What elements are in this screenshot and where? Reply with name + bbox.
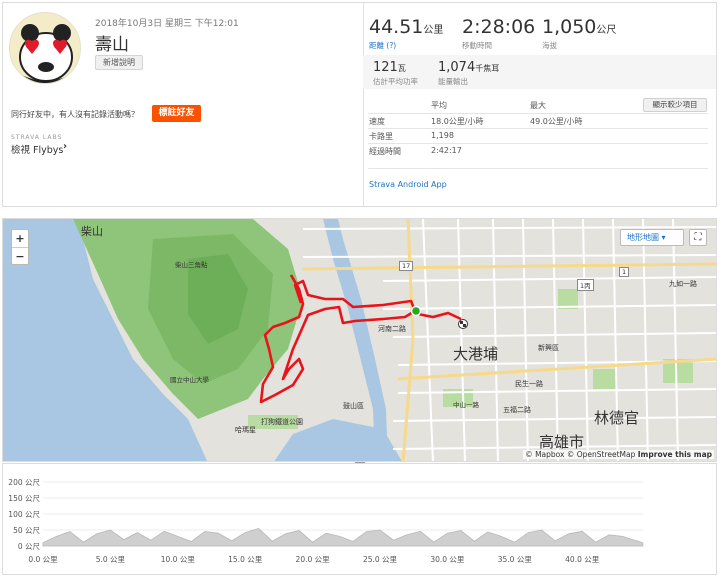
attribution-text[interactable]: © Mapbox © OpenStreetMap	[525, 450, 635, 459]
map-label-kaohsiung: 高雄市	[539, 433, 585, 451]
elevation-unit: 公尺	[596, 25, 617, 36]
x-tick-label: 5.0 公里	[96, 555, 126, 564]
y-tick-label: 200 公尺	[8, 478, 40, 487]
x-tick-label: 35.0 公里	[498, 555, 533, 564]
x-tick-label: 15.0 公里	[228, 555, 263, 564]
zoom-control: + −	[11, 229, 29, 265]
map-label-park: 打狗鐵道公園	[261, 418, 303, 426]
map-label-chaishan: 柴山	[81, 225, 103, 238]
x-tick-label: 10.0 公里	[161, 555, 196, 564]
moving-time-label: 移動時間	[462, 41, 492, 50]
start-marker-icon	[410, 305, 422, 317]
panda-avatar-icon	[10, 13, 80, 83]
elevation-value: 1,050	[542, 16, 597, 38]
row-calories-avg: 1,198	[431, 131, 454, 140]
map-label-minsheng: 民生一路	[515, 380, 543, 388]
row-speed-label: 速度	[369, 117, 385, 126]
distance-label: 距離	[369, 41, 384, 50]
power-stat: 121瓦	[373, 60, 406, 75]
friends-question: 同行好友中，有人沒有記錄活動嗎？	[11, 110, 139, 119]
show-less-button[interactable]: 顯示較少項目	[643, 98, 707, 112]
row-divider	[368, 168, 708, 169]
route-map[interactable]: 柴山 柴山三角點 國立中山大學 打狗鐵道公園 哈瑪星 鼓山區 河南二路 大港埔 …	[2, 218, 717, 462]
row-calories-label: 卡路里	[369, 132, 393, 141]
zoom-out-button[interactable]: −	[12, 248, 28, 265]
row-divider	[368, 128, 708, 129]
y-tick-label: 100 公尺	[8, 510, 40, 519]
y-tick-label: 0 公尺	[18, 542, 41, 551]
road-shield-1d: 1丙	[577, 279, 594, 291]
help-icon[interactable]: (?)	[386, 41, 396, 50]
fullscreen-button[interactable]: ⛶	[689, 229, 707, 246]
chevron-right-icon: ›	[63, 141, 68, 152]
power-unit: 瓦	[397, 64, 406, 73]
strava-labs-label: STRAVA LABS	[11, 134, 63, 141]
moving-time-stat: 2:28:06	[462, 16, 536, 38]
map-type-label: 地形地圖	[627, 233, 659, 242]
zoom-in-button[interactable]: +	[12, 230, 28, 247]
row-divider	[368, 143, 708, 144]
road-shield-17: 17	[399, 261, 414, 271]
elevation-chart[interactable]: 200 公尺 150 公尺 100 公尺 50 公尺 0 公尺 0.0 公里 5.0 公里 1…	[2, 463, 717, 575]
expand-icon: ⛶	[694, 232, 702, 243]
map-label-jiuru: 九如一路	[669, 280, 697, 288]
device-app-link[interactable]: Strava Android App	[369, 180, 447, 189]
elevation-stat: 1,050公尺	[542, 16, 616, 38]
elevation-area	[42, 527, 644, 547]
row-elapsed-avg: 2:42:17	[431, 146, 462, 155]
x-tick-label: 40.0 公里	[565, 555, 600, 564]
add-description-button[interactable]: 新增說明	[95, 55, 143, 70]
row-speed-max: 49.0公里/小時	[530, 117, 583, 126]
map-label-hamasen: 哈瑪星	[235, 426, 256, 434]
elevation-plot[interactable]: 200 公尺 150 公尺 100 公尺 50 公尺 0 公尺 0.0 公里 5.0 公里 1…	[3, 464, 718, 576]
energy-label: 能量輸出	[438, 77, 468, 86]
energy-stat: 1,074千焦耳	[438, 60, 499, 75]
map-label-dagangpu: 大港埔	[453, 345, 499, 363]
energy-value: 1,074	[438, 60, 476, 75]
row-elapsed-label: 經過時間	[369, 147, 401, 156]
x-tick-label: 20.0 公里	[296, 555, 331, 564]
road-shield-1: 1	[619, 267, 630, 277]
distance-stat: 44.51公里	[369, 16, 443, 38]
col-avg-header: 平均	[431, 101, 447, 110]
map-label-henan: 河南二路	[378, 325, 406, 333]
map-type-select[interactable]: 地形地圖 ▾	[620, 229, 684, 246]
avatar[interactable]	[9, 12, 81, 84]
map-label-nsysu: 國立中山大學	[170, 376, 209, 384]
x-tick-label: 25.0 公里	[363, 555, 398, 564]
activity-title: 壽山	[95, 35, 129, 55]
improve-map-link[interactable]: Improve this map	[638, 450, 712, 459]
col-max-header: 最大	[530, 101, 546, 110]
x-tick-label: 0.0 公里	[28, 555, 58, 564]
map-label-wufu: 五福二路	[503, 406, 531, 414]
view-flybys-link[interactable]: 檢視 Flybys	[11, 142, 63, 156]
map-label-gushan: 鼓山區	[343, 402, 364, 410]
distance-label-link[interactable]: 距離 (?)	[369, 40, 396, 51]
map-label-peak: 柴山三角點	[175, 261, 208, 269]
row-speed-avg: 18.0公里/小時	[431, 117, 484, 126]
map-label-lindeguan: 林德官	[594, 409, 640, 427]
distance-value: 44.51	[369, 16, 424, 38]
activity-date: 2018年10月3日 星期三 下午12:01	[95, 19, 239, 29]
map-label-zhongshan: 中山一路	[453, 401, 479, 409]
map-label-xinxing: 新興區	[538, 344, 559, 352]
y-tick-label: 150 公尺	[8, 494, 40, 503]
row-divider	[368, 113, 708, 114]
card-divider	[363, 3, 364, 206]
power-label: 估計平均功率	[373, 77, 418, 86]
finish-flag-icon	[458, 319, 468, 329]
distance-unit: 公里	[423, 25, 444, 36]
x-tick-label: 30.0 公里	[430, 555, 465, 564]
tag-friends-button[interactable]: 標註好友	[152, 105, 201, 122]
power-value: 121	[373, 60, 398, 75]
energy-unit: 千焦耳	[475, 64, 500, 73]
y-tick-label: 50 公尺	[13, 526, 40, 535]
map-attribution: © Mapbox © OpenStreetMap Improve this ma…	[523, 450, 714, 459]
elevation-label: 海拔	[542, 41, 557, 50]
caret-down-icon: ▾	[661, 233, 666, 242]
